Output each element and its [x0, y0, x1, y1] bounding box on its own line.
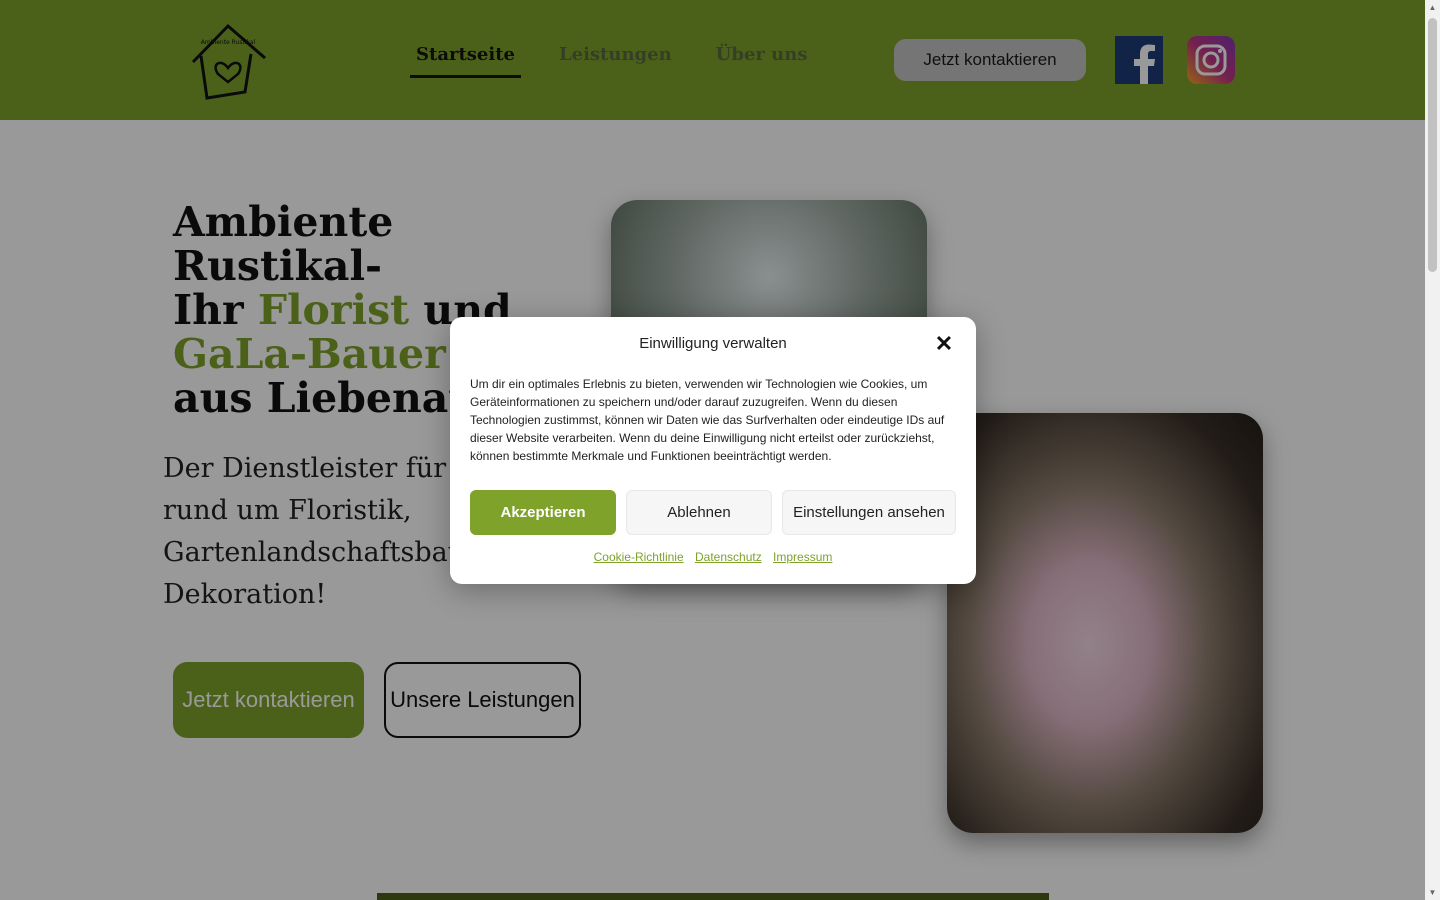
privacy-link[interactable]: Datenschutz	[695, 550, 762, 564]
dialog-text: Um dir ein optimales Erlebnis zu bieten,…	[470, 377, 945, 463]
imprint-link[interactable]: Impressum	[773, 550, 832, 564]
deny-button[interactable]: Ablehnen	[626, 490, 772, 535]
cookie-consent-dialog: Einwilligung verwalten ✕ Um dir ein opti…	[450, 317, 976, 584]
dialog-title: Einwilligung verwalten	[639, 335, 787, 352]
view-settings-button[interactable]: Einstellungen ansehen	[782, 490, 956, 535]
cookie-policy-link[interactable]: Cookie-Richtlinie	[594, 550, 684, 564]
scrollbar-thumb[interactable]	[1428, 18, 1437, 272]
close-icon[interactable]: ✕	[933, 333, 955, 355]
dialog-links: Cookie-Richtlinie Datenschutz Impressum	[450, 550, 976, 564]
scroll-up-arrow-icon[interactable]: ▲	[1428, 3, 1437, 12]
scroll-down-arrow-icon[interactable]: ▼	[1428, 888, 1437, 897]
page-scrollbar[interactable]: ▲ ▼	[1425, 0, 1440, 900]
accept-button[interactable]: Akzeptieren	[470, 490, 616, 535]
